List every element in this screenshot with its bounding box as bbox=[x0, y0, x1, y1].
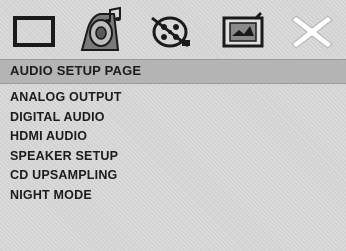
menu-item-hdmi-audio[interactable]: HDMI AUDIO bbox=[10, 129, 87, 149]
preference-picture-icon bbox=[222, 12, 264, 48]
menu-item-cd-upsampling[interactable]: CD UPSAMPLING bbox=[10, 168, 117, 188]
tab-audio-setup[interactable] bbox=[74, 6, 130, 56]
menu-item-night-mode[interactable]: NIGHT MODE bbox=[10, 188, 92, 208]
setup-tab-bar bbox=[0, 0, 346, 60]
menu-item-speaker-setup[interactable]: SPEAKER SETUP bbox=[10, 149, 118, 169]
page-title: AUDIO SETUP PAGE bbox=[10, 63, 142, 78]
tv-frame-icon bbox=[13, 16, 55, 47]
setup-menu-screen: AUDIO SETUP PAGE ANALOG OUTPUT DIGITAL A… bbox=[0, 0, 346, 251]
menu-item-analog-output[interactable]: ANALOG OUTPUT bbox=[10, 90, 122, 110]
tab-general-setup[interactable] bbox=[6, 6, 62, 56]
tab-exit[interactable] bbox=[284, 6, 340, 56]
tab-video-setup[interactable] bbox=[142, 6, 198, 56]
film-reel-icon bbox=[151, 16, 190, 48]
close-icon bbox=[291, 15, 333, 49]
tab-preference-setup[interactable] bbox=[214, 6, 270, 56]
speaker-note-icon bbox=[80, 6, 121, 51]
page-title-bar: AUDIO SETUP PAGE bbox=[0, 59, 346, 84]
menu-item-digital-audio[interactable]: DIGITAL AUDIO bbox=[10, 110, 105, 130]
